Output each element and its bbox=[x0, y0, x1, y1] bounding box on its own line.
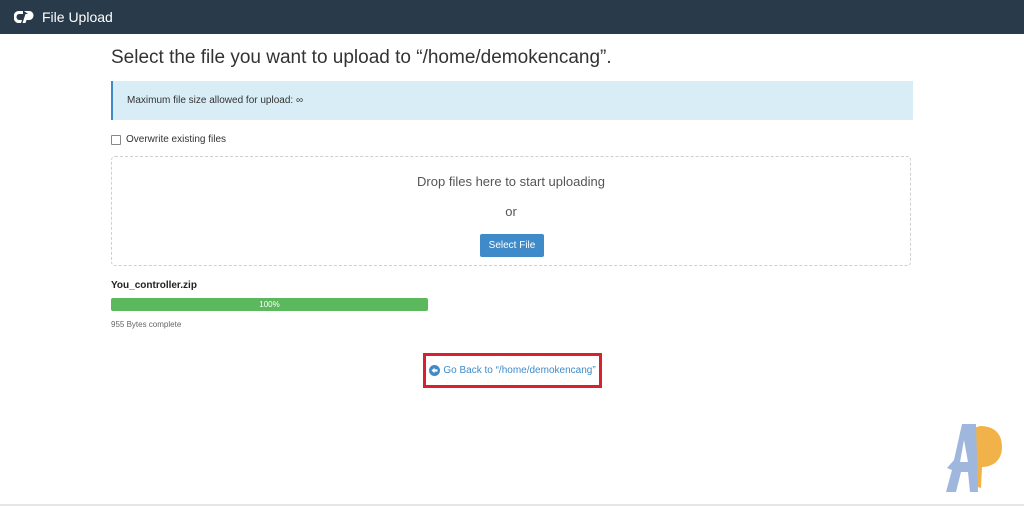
upload-progress-bar: 100% bbox=[111, 298, 428, 311]
uploaded-filename: You_controller.zip bbox=[111, 280, 197, 291]
upload-progress-fill: 100% bbox=[111, 298, 428, 311]
go-back-link[interactable]: Go Back to “/home/demokencang” bbox=[429, 365, 596, 376]
cpanel-logo-icon[interactable] bbox=[14, 9, 36, 25]
or-text: or bbox=[505, 204, 517, 219]
overwrite-option[interactable]: Overwrite existing files bbox=[111, 134, 226, 145]
highlight-box: Go Back to “/home/demokencang” bbox=[423, 353, 602, 388]
watermark-logo bbox=[944, 420, 1010, 496]
page-title: Select the file you want to upload to “/… bbox=[111, 47, 612, 68]
overwrite-checkbox[interactable] bbox=[111, 134, 121, 145]
bytes-complete-text: 955 Bytes complete bbox=[111, 320, 182, 329]
select-file-button[interactable]: Select File bbox=[480, 234, 544, 257]
drop-text: Drop files here to start uploading bbox=[417, 174, 605, 189]
top-bar: File Upload bbox=[0, 0, 1024, 34]
overwrite-label: Overwrite existing files bbox=[126, 134, 227, 145]
info-alert: Maximum file size allowed for upload: ∞ bbox=[111, 81, 913, 120]
max-file-size-text: Maximum file size allowed for upload: ∞ bbox=[127, 95, 304, 106]
arrow-circle-left-icon bbox=[429, 365, 441, 376]
progress-label: 100% bbox=[259, 300, 280, 309]
go-back-label: Go Back to “/home/demokencang” bbox=[443, 365, 596, 376]
app-title: File Upload bbox=[42, 9, 113, 25]
drop-zone[interactable]: Drop files here to start uploading or Se… bbox=[111, 156, 911, 266]
